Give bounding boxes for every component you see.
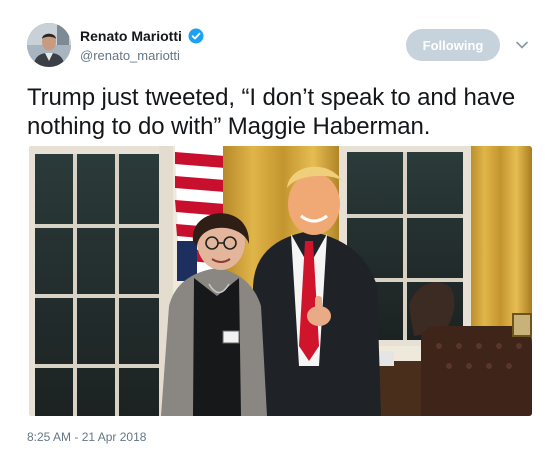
author-name-row: Renato Mariotti <box>80 27 204 45</box>
following-button[interactable]: Following <box>406 29 500 61</box>
tweet-card: Renato Mariotti @renato_mariotti Followi… <box>0 0 545 450</box>
author-name[interactable]: Renato Mariotti <box>80 28 182 44</box>
author-handle[interactable]: @renato_mariotti <box>80 48 180 63</box>
tweet-timestamp[interactable]: 8:25 AM - 21 Apr 2018 <box>27 430 146 444</box>
tweet-menu-button[interactable] <box>514 38 530 52</box>
avatar-image <box>27 23 71 67</box>
tweet-text: Trump just tweeted, “I don’t speak to an… <box>27 84 516 140</box>
avatar[interactable] <box>27 23 71 67</box>
tweet-photo[interactable] <box>29 146 532 416</box>
chevron-down-icon <box>516 41 528 49</box>
photo-image <box>29 146 532 416</box>
verified-badge-icon <box>188 28 204 44</box>
